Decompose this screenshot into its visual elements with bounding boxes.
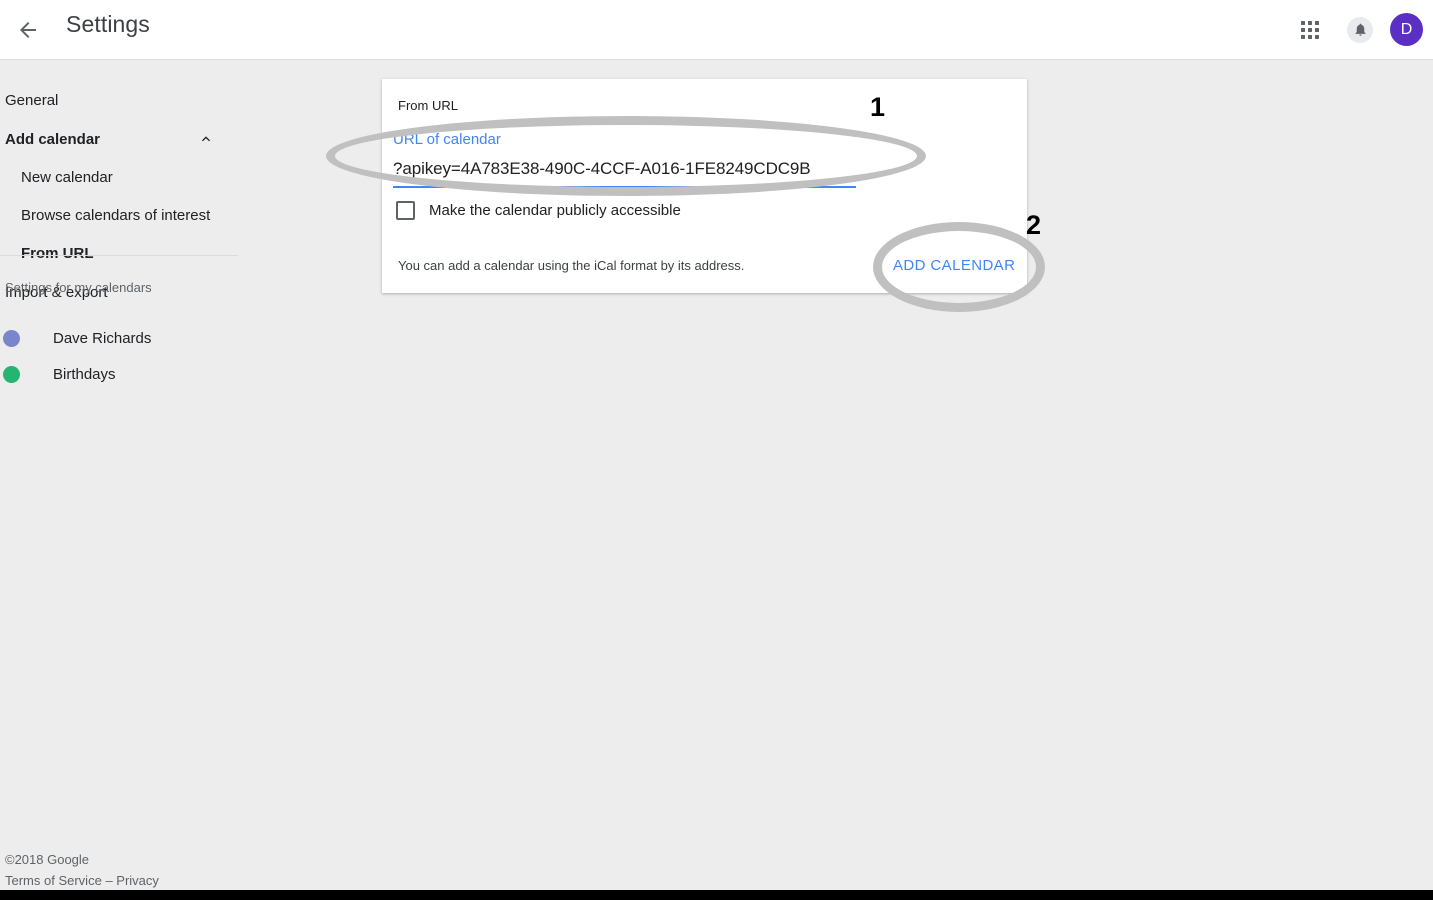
sidebar-item-new-calendar[interactable]: New calendar bbox=[0, 159, 300, 195]
calendar-color-dot bbox=[3, 365, 20, 383]
sidebar-item-general[interactable]: General bbox=[0, 82, 300, 118]
calendar-name: Dave Richards bbox=[53, 329, 152, 347]
calendar-name: Birthdays bbox=[53, 365, 116, 383]
header-actions: D bbox=[1290, 0, 1423, 59]
sidebar-item-label: Add calendar bbox=[5, 130, 101, 148]
terms-of-service-link[interactable]: Terms of Service bbox=[5, 873, 102, 888]
bottom-bar bbox=[0, 890, 1433, 900]
footer-separator: – bbox=[105, 873, 113, 888]
sidebar-item-add-calendar[interactable]: Add calendar bbox=[0, 121, 238, 157]
sidebar-item-label: Browse calendars of interest bbox=[21, 206, 211, 224]
checkbox-label: Make the calendar publicly accessible bbox=[429, 202, 681, 219]
sidebar-section-heading: Settings for my calendars bbox=[5, 280, 152, 295]
page-title: Settings bbox=[66, 11, 150, 37]
url-of-calendar-input[interactable]: ?apikey=4A783E38-490C-4CCF-A016-1FE8249C… bbox=[393, 159, 898, 179]
back-arrow-icon[interactable] bbox=[8, 10, 48, 50]
card-help-text: You can add a calendar using the iCal fo… bbox=[398, 258, 745, 273]
sidebar-item-from-url[interactable]: From URL bbox=[0, 235, 300, 271]
privacy-link[interactable]: Privacy bbox=[116, 873, 159, 888]
checkbox-icon[interactable] bbox=[396, 201, 415, 220]
copyright-text: ©2018 Google bbox=[5, 852, 90, 867]
bell-icon[interactable] bbox=[1340, 10, 1380, 50]
url-field-label: URL of calendar bbox=[393, 131, 501, 148]
sidebar-item-label: New calendar bbox=[21, 168, 113, 186]
from-url-card: From URL URL of calendar ?apikey=4A783E3… bbox=[382, 79, 1027, 293]
sidebar-item-label: General bbox=[5, 91, 59, 109]
sidebar-divider bbox=[0, 255, 238, 256]
make-public-checkbox-row[interactable]: Make the calendar publicly accessible bbox=[396, 201, 681, 220]
sidebar-item-browse-calendars[interactable]: Browse calendars of interest bbox=[0, 197, 300, 233]
url-field-underline bbox=[393, 186, 856, 188]
add-calendar-button[interactable]: ADD CALENDAR bbox=[885, 251, 1023, 280]
avatar[interactable]: D bbox=[1390, 13, 1423, 46]
app-header: Settings D bbox=[0, 0, 1433, 59]
my-calendars-list: Dave Richards Birthdays bbox=[0, 320, 260, 392]
footer-links: Terms of Service – Privacy bbox=[5, 870, 159, 891]
sidebar: General Add calendar New calendar Browse… bbox=[0, 60, 300, 310]
chevron-up-icon[interactable] bbox=[198, 131, 214, 147]
annotation-number-2: 2 bbox=[1026, 210, 1042, 240]
sidebar-item-label: From URL bbox=[21, 244, 94, 262]
calendar-color-dot bbox=[3, 329, 20, 347]
footer: ©2018 Google Terms of Service – Privacy bbox=[5, 849, 159, 891]
card-title: From URL bbox=[398, 98, 458, 113]
list-item[interactable]: Birthdays bbox=[0, 356, 260, 392]
apps-grid-icon[interactable] bbox=[1290, 10, 1330, 50]
list-item[interactable]: Dave Richards bbox=[0, 320, 260, 356]
